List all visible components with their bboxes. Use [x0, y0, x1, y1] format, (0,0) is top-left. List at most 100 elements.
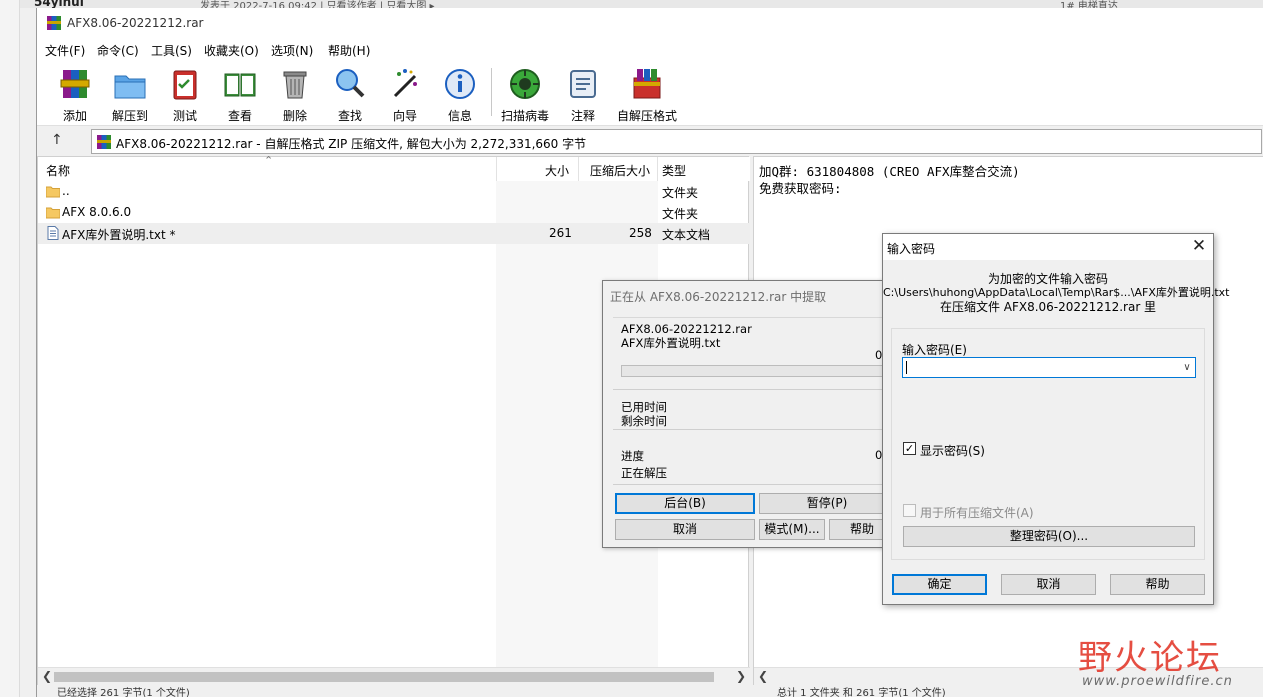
sfx-archive-icon	[633, 69, 661, 99]
comment-button[interactable]: 注释	[556, 64, 610, 123]
scroll-left-icon[interactable]: ❮	[42, 669, 52, 683]
comment-icon	[570, 70, 596, 98]
menu-options[interactable]: 选项(N)	[271, 42, 313, 59]
virus-scan-icon	[510, 69, 540, 99]
extract-state: 正在解压	[621, 466, 667, 480]
watermark-url: www.proewildfire.cn	[1082, 674, 1233, 689]
dialog-title: 输入密码	[887, 242, 936, 256]
winrar-app-icon	[47, 16, 61, 30]
address-text: AFX8.06-20221212.rar - 自解压格式 ZIP 压缩文件, 解…	[116, 137, 587, 151]
column-header-type[interactable]: 类型	[662, 162, 686, 179]
menu-tools[interactable]: 工具(S)	[151, 42, 192, 59]
find-button[interactable]: 查找	[323, 64, 377, 123]
window-title: AFX8.06-20221212.rar	[67, 16, 204, 30]
test-button[interactable]: 测试	[158, 64, 212, 123]
archive-name: AFX8.06-20221212.rar	[621, 322, 752, 336]
trash-icon	[283, 71, 307, 99]
comment-line: 免费获取密码:	[759, 181, 842, 196]
prompt-line: 在压缩文件 AFX8.06-20221212.rar 里	[939, 300, 1157, 314]
magnifier-icon	[336, 69, 365, 98]
password-group: 输入密码(E) ∨ ✓ 显示密码(S) 用于所有压缩文件(A) 整理密码(O).…	[891, 328, 1205, 560]
use-for-all-checkbox[interactable]	[903, 504, 916, 517]
sort-ascending-icon: ⌃	[264, 154, 274, 167]
list-item[interactable]: .. 文件夹	[38, 181, 750, 202]
toolbar: 添加 解压到 测试 查看 删除 查找 向导 信息 扫描病毒 注释 自解压格式	[37, 60, 1263, 126]
watermark-logo: 野火论坛	[1078, 638, 1222, 678]
extract-to-button[interactable]: 解压到	[103, 64, 157, 123]
password-prompt: 为加密的文件输入密码 C:\Users\huhong\AppData\Local…	[883, 272, 1230, 314]
pause-button[interactable]: 暂停(P)	[759, 493, 895, 514]
current-file: AFX库外置说明.txt	[621, 336, 721, 350]
menu-favorites[interactable]: 收藏夹(O)	[204, 42, 259, 59]
cancel-extract-button[interactable]: 取消	[615, 519, 755, 540]
menu-commands[interactable]: 命令(C)	[97, 42, 139, 59]
view-button[interactable]: 查看	[213, 64, 267, 123]
cancel-button[interactable]: 取消	[1001, 574, 1096, 595]
background-post-meta: 发表于 2022-7-16 09:42 | 只看该作者 | 只看大图 ▸	[200, 1, 435, 8]
list-item-selected[interactable]: AFX库外置说明.txt * 261 258 文本文档	[38, 223, 750, 244]
test-clipboard-icon	[173, 70, 197, 100]
file-progress-bar	[621, 365, 893, 377]
dialog-title: 正在从 AFX8.06-20221212.rar 中提取	[610, 290, 827, 304]
password-label: 输入密码(E)	[902, 343, 967, 357]
folder-icon	[46, 207, 60, 219]
password-dialog: 输入密码 ✕ 为加密的文件输入密码 C:\Users\huhong\AppDat…	[882, 233, 1230, 605]
column-divider[interactable]	[496, 157, 497, 181]
folder-icon	[46, 186, 60, 198]
show-password-label[interactable]: 显示密码(S)	[920, 442, 985, 459]
up-arrow-icon[interactable]: ↑	[51, 132, 69, 150]
remaining-time-label: 剩余时间	[621, 414, 667, 428]
wizard-button[interactable]: 向导	[378, 64, 432, 123]
scan-virus-button[interactable]: 扫描病毒	[498, 64, 552, 123]
info-button[interactable]: 信息	[433, 64, 487, 123]
mode-button[interactable]: 模式(M)...	[759, 519, 825, 540]
view-book-icon	[224, 73, 256, 97]
address-bar: ↑ AFX8.06-20221212.rar - 自解压格式 ZIP 压缩文件,…	[37, 126, 1263, 156]
background-button[interactable]: 后台(B)	[615, 493, 755, 514]
show-password-checkbox[interactable]: ✓	[903, 442, 916, 455]
sfx-button[interactable]: 自解压格式	[617, 64, 677, 123]
ok-button[interactable]: 确定	[892, 574, 987, 595]
background-page-strip: 发表于 2022-7-16 09:42 | 只看该作者 | 只看大图 ▸ 1# …	[20, 0, 1263, 8]
help-button[interactable]: 帮助	[1110, 574, 1205, 595]
prompt-path: C:\Users\huhong\AppData\Local\Temp\Rar$.…	[883, 286, 1230, 299]
list-header: 名称 ⌃ 大小 压缩后大小 类型	[38, 154, 750, 181]
password-input[interactable]: ∨	[902, 357, 1196, 378]
extract-folder-icon	[114, 75, 146, 99]
address-field[interactable]: AFX8.06-20221212.rar - 自解压格式 ZIP 压缩文件, 解…	[91, 129, 1262, 154]
column-header-size[interactable]: 大小	[545, 162, 569, 179]
column-divider[interactable]	[578, 157, 579, 181]
dialog-title-bar[interactable]: 输入密码 ✕	[883, 234, 1213, 260]
column-header-packed[interactable]: 压缩后大小	[590, 162, 650, 179]
progress-label: 进度	[621, 449, 644, 463]
add-button[interactable]: 添加	[48, 64, 102, 123]
chevron-down-icon[interactable]: ∨	[1179, 358, 1195, 377]
list-item[interactable]: AFX 8.0.6.0 文件夹	[38, 202, 750, 223]
close-icon[interactable]: ✕	[1189, 236, 1209, 256]
menu-bar: 文件(F) 命令(C) 工具(S) 收藏夹(O) 选项(N) 帮助(H)	[37, 38, 1263, 60]
info-icon	[445, 69, 475, 99]
prompt-line: 为加密的文件输入密码	[987, 272, 1108, 286]
column-divider[interactable]	[657, 157, 658, 181]
separator	[613, 429, 893, 430]
status-total: 总计 1 文件夹 和 261 字节(1 个文件)	[777, 688, 946, 697]
add-archive-icon	[60, 70, 90, 98]
organize-passwords-button[interactable]: 整理密码(O)...	[903, 526, 1195, 547]
use-for-all-label: 用于所有压缩文件(A)	[920, 506, 1034, 520]
text-caret	[906, 361, 907, 374]
extract-progress-dialog: 正在从 AFX8.06-20221212.rar 中提取 AFX8.06-202…	[602, 280, 895, 548]
column-header-name[interactable]: 名称	[46, 162, 70, 179]
separator	[613, 484, 893, 485]
scroll-right-icon[interactable]: ❯	[736, 669, 746, 683]
horizontal-scrollbar[interactable]: ❮ ❯	[38, 667, 750, 685]
toolbar-separator	[491, 68, 492, 116]
delete-button[interactable]: 删除	[268, 64, 322, 123]
scrollbar-thumb[interactable]	[54, 672, 714, 682]
title-bar[interactable]: AFX8.06-20221212.rar	[37, 8, 1263, 38]
status-bar: 已经选择 261 字节(1 个文件) 总计 1 文件夹 和 261 字节(1 个…	[37, 687, 1263, 697]
background-floor-link: 1# 电梯直达	[1060, 1, 1118, 8]
scroll-left-icon[interactable]: ❮	[758, 669, 768, 683]
status-selected: 已经选择 261 字节(1 个文件)	[57, 688, 190, 697]
menu-help[interactable]: 帮助(H)	[328, 42, 370, 59]
menu-file[interactable]: 文件(F)	[45, 42, 85, 59]
